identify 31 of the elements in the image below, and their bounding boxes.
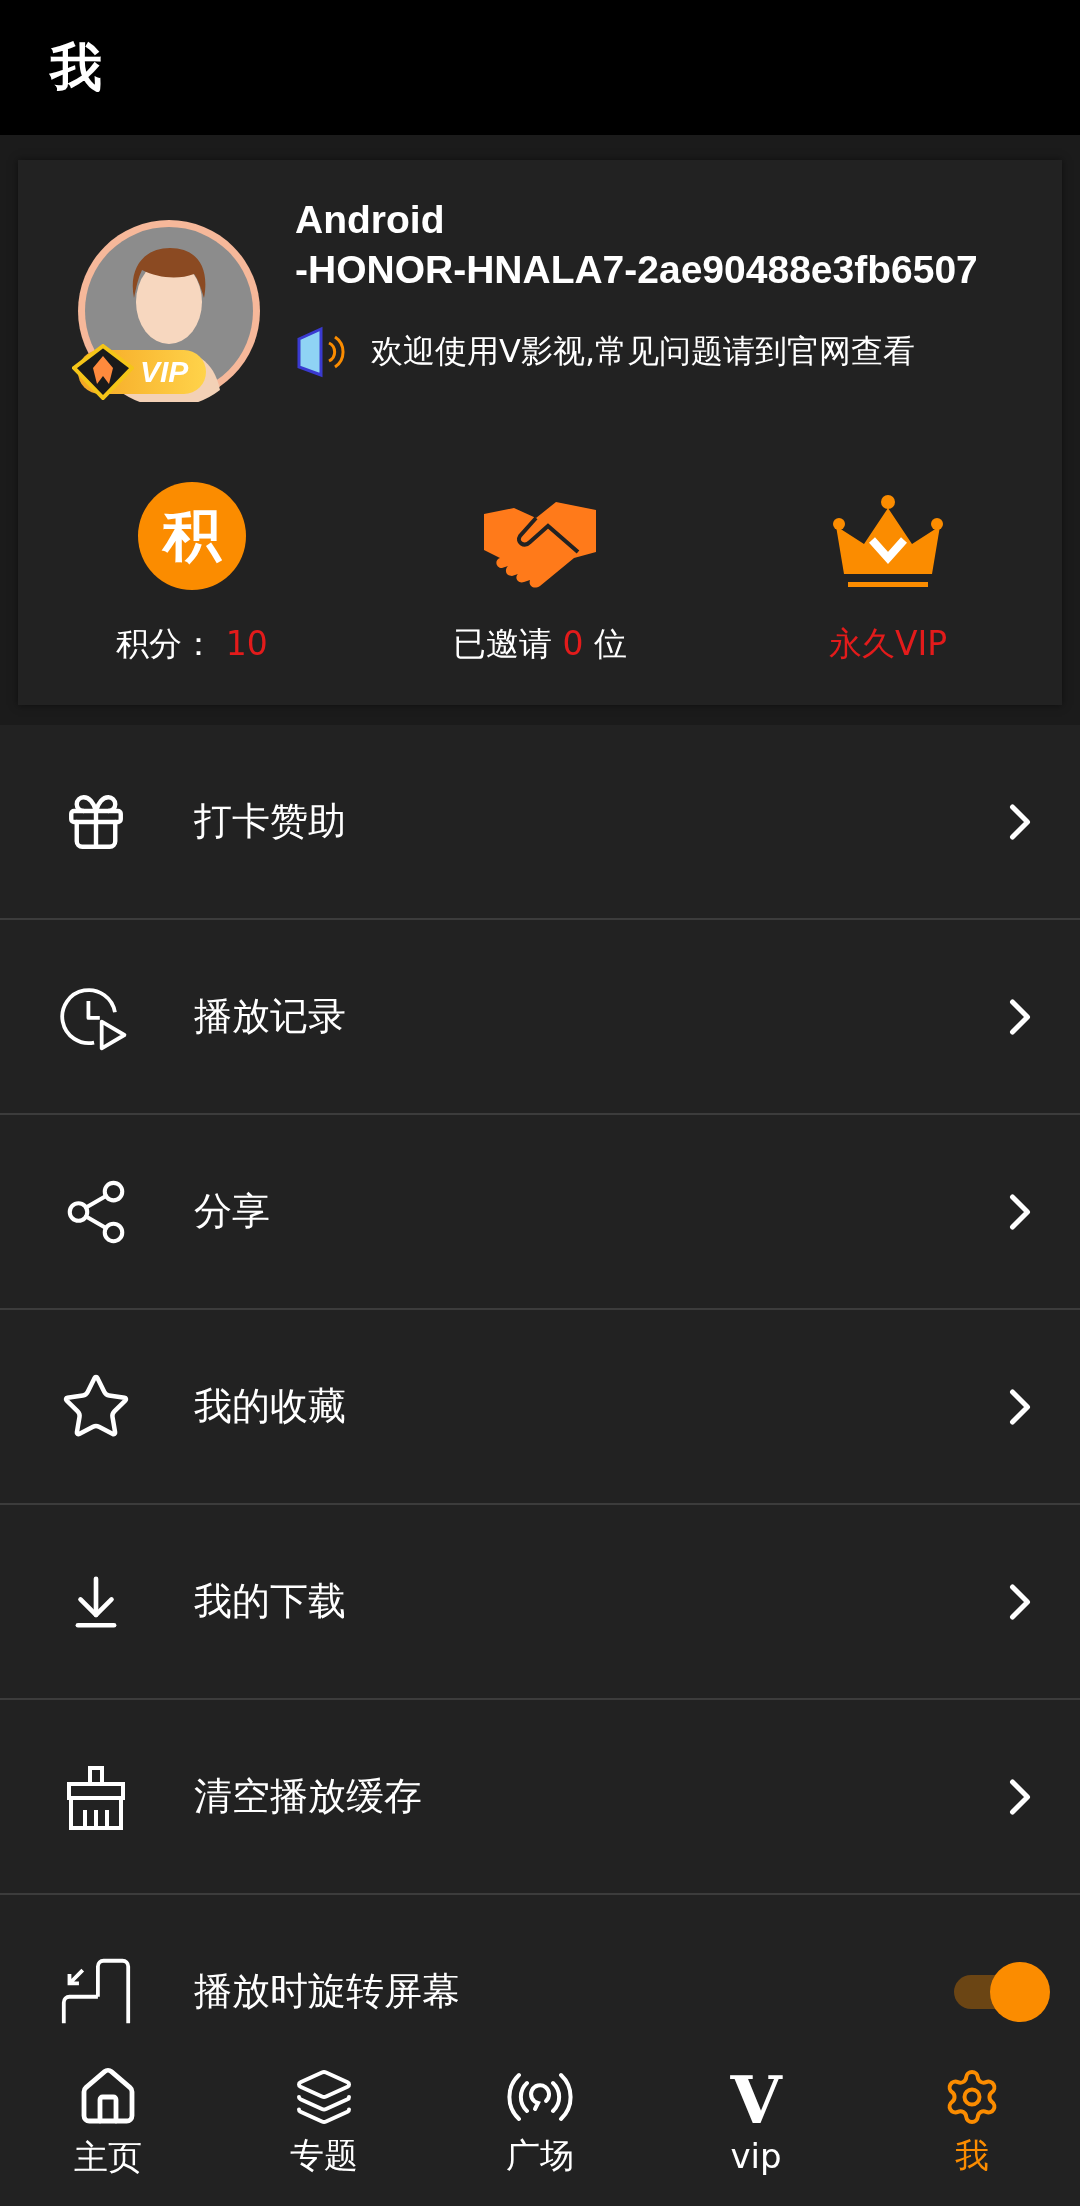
- menu-label: 我的下载: [194, 1578, 347, 1625]
- invite-count-text: 已邀请 0 位: [453, 623, 627, 665]
- menu-item[interactable]: 播放时旋转屏幕: [0, 1895, 1080, 2040]
- v-logo-icon: V: [730, 2070, 782, 2130]
- page-title: 我: [50, 35, 102, 99]
- vip-status-text: 永久VIP: [828, 623, 948, 665]
- points-text: 积分： 10: [116, 623, 268, 665]
- menu-label: 我的收藏: [194, 1383, 347, 1430]
- nav-tab[interactable]: 主页: [0, 2040, 216, 2206]
- user-name: Android -HONOR-HNALA7-2ae90488e3fb6507: [295, 197, 978, 293]
- nav-tab[interactable]: 广场: [432, 2040, 648, 2206]
- crown-icon: [832, 494, 944, 590]
- menu-item[interactable]: 清空播放缓存: [0, 1700, 1080, 1895]
- menu-item[interactable]: 播放记录: [0, 920, 1080, 1115]
- notice-text: 欢迎使用V影视,常见问题请到官网查看: [371, 331, 916, 372]
- menu-label: 播放记录: [194, 993, 347, 1040]
- menu-label: 清空播放缓存: [194, 1773, 423, 1820]
- nav-tab[interactable]: 我: [864, 2040, 1080, 2206]
- diamond-icon: [72, 344, 134, 400]
- brush-icon: [65, 1763, 127, 1830]
- menu-item[interactable]: 我的下载: [0, 1505, 1080, 1700]
- menu-label: 播放时旋转屏幕: [194, 1968, 461, 2015]
- menu-label: 打卡赞助: [194, 798, 347, 845]
- menu-item[interactable]: 打卡赞助: [0, 725, 1080, 920]
- points-icon: 积: [138, 482, 246, 590]
- menu-label: 分享: [194, 1188, 271, 1235]
- layers-icon: [294, 2067, 354, 2127]
- nav-tab[interactable]: 专题: [216, 2040, 432, 2206]
- menu-item[interactable]: 分享: [0, 1115, 1080, 1310]
- nav-tab[interactable]: V vip: [648, 2040, 864, 2206]
- menu-item[interactable]: 我的收藏: [0, 1310, 1080, 1505]
